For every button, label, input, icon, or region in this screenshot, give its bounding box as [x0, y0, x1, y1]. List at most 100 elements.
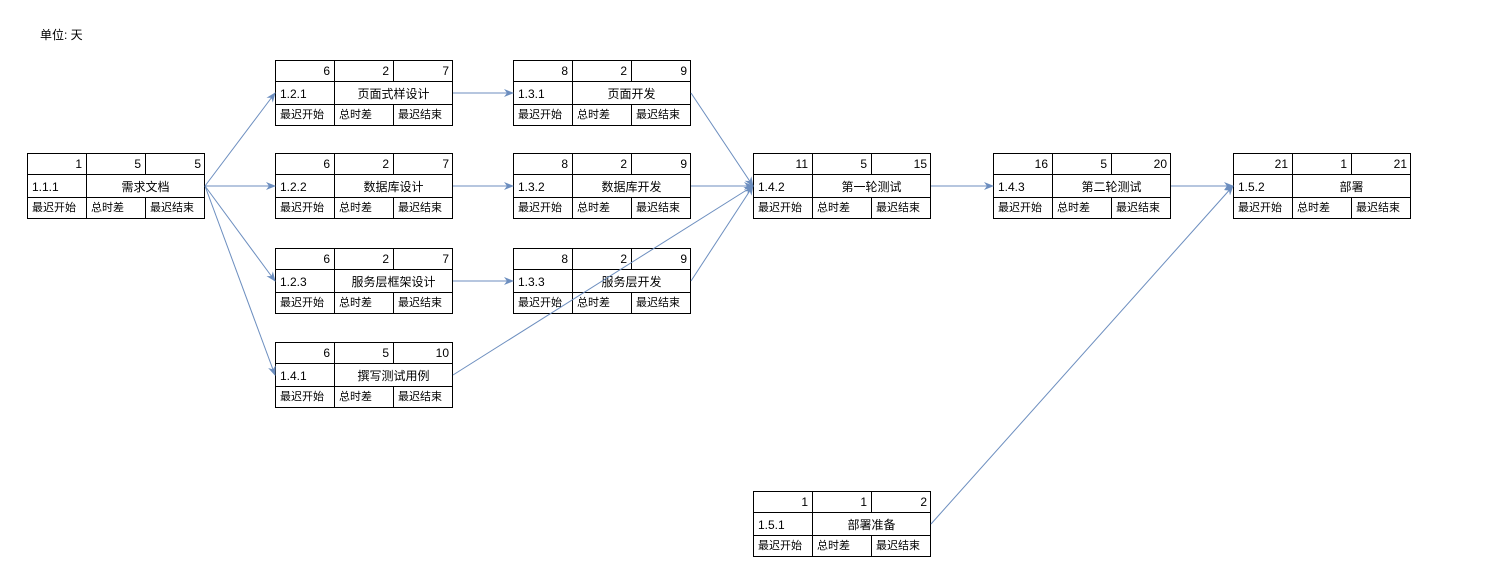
total-float: 总时差 — [335, 198, 394, 218]
arrow — [205, 186, 275, 281]
duration: 5 — [335, 343, 394, 363]
early-finish: 21 — [1352, 154, 1411, 174]
late-finish: 最迟结束 — [1112, 198, 1171, 218]
late-finish: 最迟结束 — [394, 198, 453, 218]
node-name: 需求文档 — [87, 175, 204, 197]
early-start: 6 — [276, 343, 335, 363]
late-finish: 最迟结束 — [632, 293, 691, 313]
late-start: 最迟开始 — [514, 198, 573, 218]
total-float: 总时差 — [813, 536, 872, 556]
arrow — [691, 186, 753, 281]
node-id: 1.4.2 — [754, 175, 813, 197]
early-finish: 20 — [1112, 154, 1171, 174]
early-finish: 15 — [872, 154, 931, 174]
node-id: 1.4.1 — [276, 364, 335, 386]
node-name: 服务层开发 — [573, 270, 690, 292]
node-name: 第二轮测试 — [1053, 175, 1170, 197]
late-finish: 最迟结束 — [872, 198, 931, 218]
early-start: 8 — [514, 61, 573, 81]
duration: 2 — [573, 249, 632, 269]
node-name: 数据库开发 — [573, 175, 690, 197]
node-name: 撰写测试用例 — [335, 364, 452, 386]
early-finish: 7 — [394, 249, 453, 269]
duration: 2 — [335, 61, 394, 81]
node-1-3-1: 829 1.3.1页面开发最迟开始总时差最迟结束 — [513, 60, 691, 126]
node-1-1-1: 1551.1.1需求文档最迟开始总时差最迟结束 — [27, 153, 205, 219]
early-start: 21 — [1234, 154, 1293, 174]
node-id: 1.3.3 — [514, 270, 573, 292]
late-start: 最迟开始 — [276, 198, 335, 218]
total-float: 总时差 — [335, 293, 394, 313]
total-float: 总时差 — [573, 198, 632, 218]
late-finish: 最迟结束 — [632, 105, 691, 125]
early-start: 6 — [276, 154, 335, 174]
late-finish: 最迟结束 — [872, 536, 931, 556]
node-1-5-2: 211211.5.2部署最迟开始总时差最迟结束 — [1233, 153, 1411, 219]
node-id: 1.3.1 — [514, 82, 573, 104]
late-start: 最迟开始 — [276, 293, 335, 313]
arrow — [691, 93, 753, 186]
late-start: 最迟开始 — [276, 387, 335, 407]
node-1-2-3: 6271.2.3服务层框架设计最迟开始总时差最迟结束 — [275, 248, 453, 314]
node-name: 页面开发 — [573, 82, 690, 104]
arrow — [205, 93, 275, 186]
late-start: 最迟开始 — [514, 293, 573, 313]
late-start: 最迟开始 — [1234, 198, 1293, 218]
late-finish: 最迟结束 — [394, 293, 453, 313]
node-id: 1.2.2 — [276, 175, 335, 197]
node-1-4-3: 165201.4.3第二轮测试最迟开始总时差最迟结束 — [993, 153, 1171, 219]
early-finish: 9 — [632, 154, 691, 174]
node-1-5-1: 1121.5.1部署准备最迟开始总时差最迟结束 — [753, 491, 931, 557]
duration: 5 — [813, 154, 872, 174]
node-name: 页面式样设计 — [335, 82, 452, 104]
node-name: 部署 — [1293, 175, 1410, 197]
node-id: 1.1.1 — [28, 175, 87, 197]
late-start: 最迟开始 — [754, 536, 813, 556]
node-id: 1.2.3 — [276, 270, 335, 292]
node-name: 部署准备 — [813, 513, 930, 535]
duration: 1 — [1293, 154, 1352, 174]
unit-label: 单位: 天 — [40, 26, 83, 43]
late-start: 最迟开始 — [754, 198, 813, 218]
duration: 2 — [335, 249, 394, 269]
node-id: 1.3.2 — [514, 175, 573, 197]
node-1-2-2: 6271.2.2数据库设计最迟开始总时差最迟结束 — [275, 153, 453, 219]
early-finish: 9 — [632, 249, 691, 269]
early-finish: 5 — [146, 154, 205, 174]
total-float: 总时差 — [573, 105, 632, 125]
late-finish: 最迟结束 — [394, 387, 453, 407]
node-id: 1.5.2 — [1234, 175, 1293, 197]
duration: 5 — [87, 154, 146, 174]
early-finish: 10 — [394, 343, 453, 363]
duration: 2 — [573, 154, 632, 174]
node-id: 1.5.1 — [754, 513, 813, 535]
total-float: 总时差 — [335, 387, 394, 407]
late-start: 最迟开始 — [994, 198, 1053, 218]
late-start: 最迟开始 — [514, 105, 573, 125]
early-finish: 9 — [632, 61, 691, 81]
duration: 2 — [335, 154, 394, 174]
early-start: 11 — [754, 154, 813, 174]
duration: 5 — [1053, 154, 1112, 174]
total-float: 总时差 — [335, 105, 394, 125]
duration: 1 — [813, 492, 872, 512]
late-start: 最迟开始 — [28, 198, 87, 218]
node-id: 1.2.1 — [276, 82, 335, 104]
early-start: 8 — [514, 154, 573, 174]
node-1-2-1: 6271.2.1页面式样设计最迟开始总时差最迟结束 — [275, 60, 453, 126]
early-start: 6 — [276, 249, 335, 269]
total-float: 总时差 — [813, 198, 872, 218]
late-start: 最迟开始 — [276, 105, 335, 125]
late-finish: 最迟结束 — [394, 105, 453, 125]
early-start: 1 — [28, 154, 87, 174]
duration: 2 — [573, 61, 632, 81]
late-finish: 最迟结束 — [146, 198, 205, 218]
total-float: 总时差 — [1053, 198, 1112, 218]
node-id: 1.4.3 — [994, 175, 1053, 197]
early-start: 8 — [514, 249, 573, 269]
arrow — [205, 186, 275, 375]
node-1-3-2: 8291.3.2数据库开发最迟开始总时差最迟结束 — [513, 153, 691, 219]
node-1-4-2: 115151.4.2第一轮测试最迟开始总时差最迟结束 — [753, 153, 931, 219]
early-finish: 7 — [394, 154, 453, 174]
late-finish: 最迟结束 — [1352, 198, 1411, 218]
